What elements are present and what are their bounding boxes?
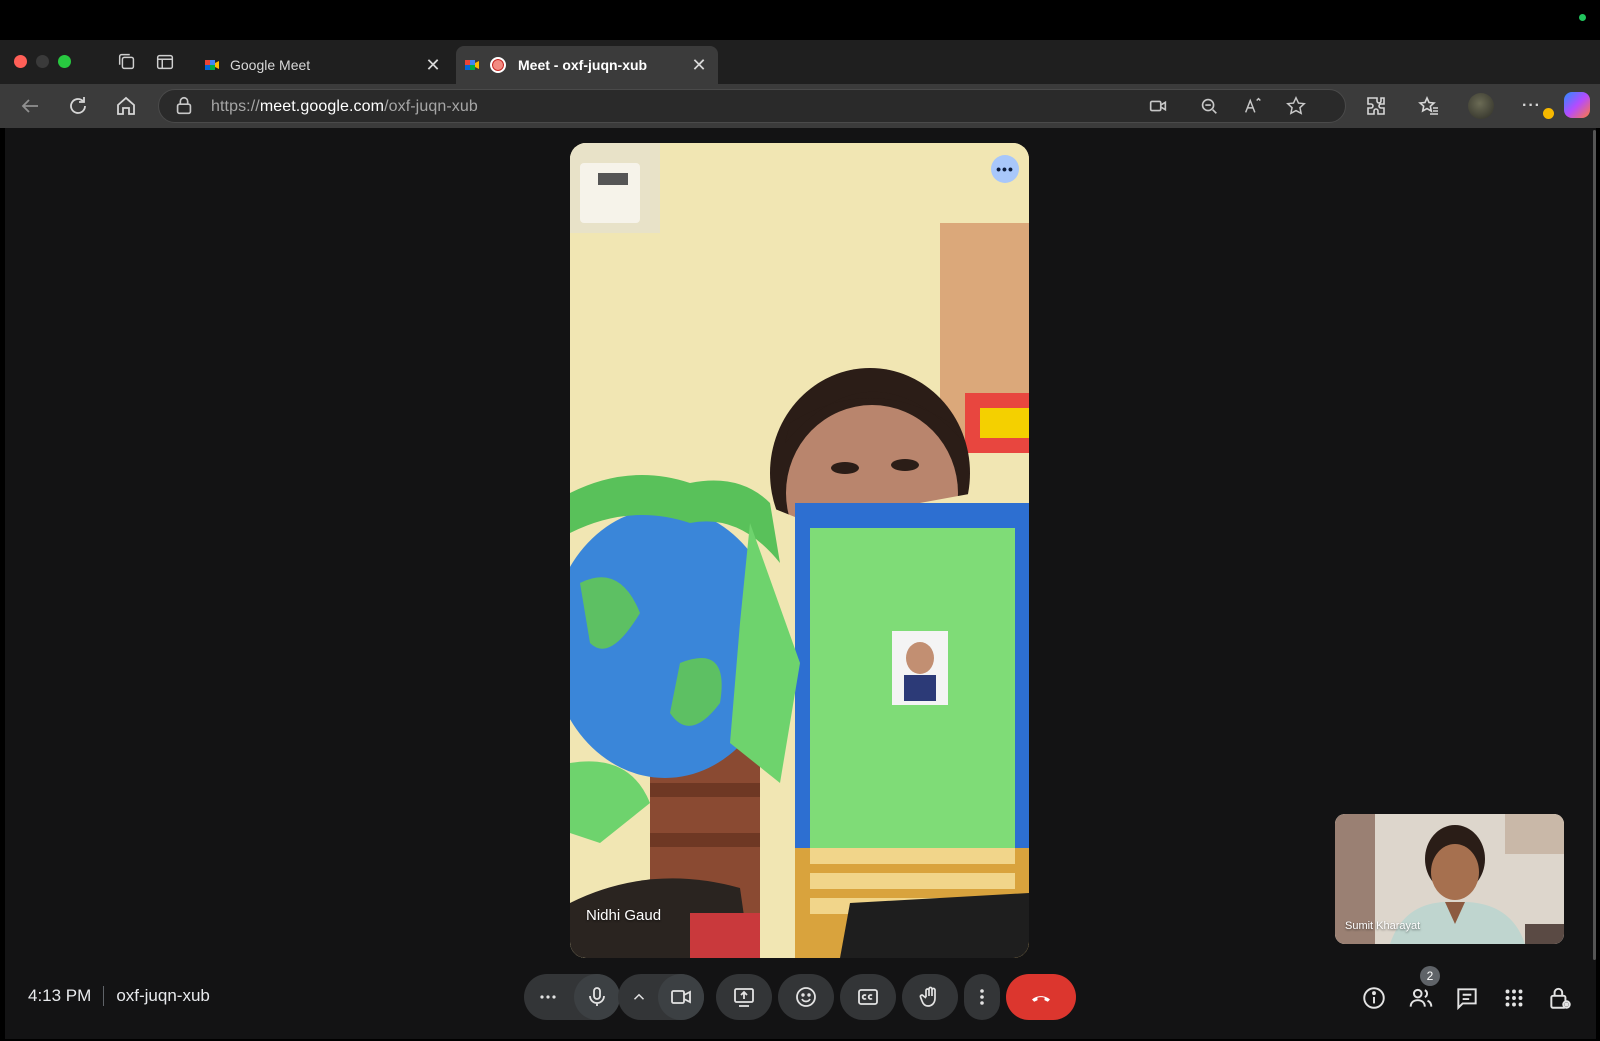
copilot-icon[interactable] xyxy=(1564,92,1590,118)
lock-icon[interactable] xyxy=(173,95,195,117)
home-icon[interactable] xyxy=(114,94,138,118)
tab-close-icon[interactable]: ✕ xyxy=(688,55,710,76)
captions-button[interactable] xyxy=(840,974,896,1020)
more-vert-icon xyxy=(980,989,984,1005)
video-control-group xyxy=(618,974,704,1020)
camera-button[interactable] xyxy=(658,974,704,1020)
emoji-icon xyxy=(796,987,816,1007)
google-meet-favicon-icon xyxy=(465,60,479,70)
extensions-icon[interactable] xyxy=(1364,94,1388,118)
microphone-button[interactable] xyxy=(574,974,620,1020)
alert-badge-icon xyxy=(1543,108,1554,119)
favorite-star-icon[interactable] xyxy=(1285,95,1307,117)
vertical-tabs-icon[interactable] xyxy=(154,51,176,73)
divider xyxy=(103,986,105,1006)
window-minimize-button[interactable] xyxy=(36,55,49,68)
window-maximize-button[interactable] xyxy=(58,55,71,68)
audio-control-group xyxy=(524,974,620,1020)
leave-call-button[interactable] xyxy=(1006,974,1076,1020)
chevron-up-icon[interactable] xyxy=(630,988,648,1006)
window-close-button[interactable] xyxy=(14,55,27,68)
top-menu-bar xyxy=(0,0,1600,40)
meeting-time: 4:13 PM xyxy=(28,986,92,1005)
recording-icon xyxy=(490,57,506,73)
people-count-badge: 2 xyxy=(1420,966,1440,986)
present-screen-icon xyxy=(734,988,754,1007)
tab-title: Meet - oxf-juqn-xub xyxy=(518,57,648,73)
tab-strip: Google Meet ✕ Meet - oxf-juqn-xub ✕ + xyxy=(0,40,1600,114)
reload-icon[interactable] xyxy=(66,94,90,118)
meeting-details: 4:13 PM oxf-juqn-xub xyxy=(28,986,210,1006)
back-icon[interactable] xyxy=(18,94,42,118)
address-bar[interactable]: https://meet.google.com/oxf-juqn-xub xyxy=(158,89,1346,123)
send-reaction-button[interactable] xyxy=(778,974,834,1020)
raise-hand-button[interactable] xyxy=(902,974,958,1020)
tab-close-icon[interactable]: ✕ xyxy=(422,55,444,76)
zoom-out-icon[interactable] xyxy=(1198,95,1220,117)
scrollbar[interactable] xyxy=(1593,130,1596,960)
host-controls-icon[interactable] xyxy=(1547,985,1573,1011)
profile-avatar[interactable] xyxy=(1468,93,1494,119)
self-video-tile[interactable]: Sumit Kharayat xyxy=(1335,814,1564,944)
google-meet-favicon-icon xyxy=(205,60,219,70)
present-screen-button[interactable] xyxy=(716,974,772,1020)
status-dot xyxy=(1579,14,1586,21)
more-audio-options-icon[interactable] xyxy=(536,985,560,1009)
main-video-tile[interactable]: ••• Nidhi Gaud xyxy=(570,143,1029,958)
tab-meet-call[interactable]: Meet - oxf-juqn-xub ✕ xyxy=(456,46,718,84)
read-aloud-icon[interactable] xyxy=(1242,95,1264,117)
favorites-icon[interactable] xyxy=(1417,94,1441,118)
camera-icon xyxy=(671,990,691,1004)
self-participant-name: Sumit Kharayat xyxy=(1345,920,1421,932)
people-icon[interactable] xyxy=(1408,985,1434,1011)
captions-icon xyxy=(858,989,878,1005)
activities-icon[interactable] xyxy=(1501,985,1527,1011)
meeting-info-icon[interactable] xyxy=(1361,985,1387,1011)
microphone-icon xyxy=(589,987,605,1006)
url-text: https://meet.google.com/oxf-juqn-xub xyxy=(211,98,478,115)
camera-in-use-icon[interactable] xyxy=(1147,95,1169,117)
chat-icon[interactable] xyxy=(1454,985,1480,1011)
tab-title: Google Meet xyxy=(230,57,311,73)
raise-hand-icon xyxy=(919,986,936,1007)
tile-more-options-button[interactable]: ••• xyxy=(991,155,1019,183)
main-participant-name: Nidhi Gaud xyxy=(586,907,662,924)
participant-video xyxy=(570,143,1029,958)
more-options-button[interactable] xyxy=(964,974,1000,1020)
settings-and-more-icon[interactable]: ··· xyxy=(1522,93,1554,119)
tab-google-meet[interactable]: Google Meet ✕ xyxy=(196,46,452,84)
end-call-icon xyxy=(1032,996,1050,1002)
workspaces-icon[interactable] xyxy=(116,51,138,73)
meeting-code[interactable]: oxf-juqn-xub xyxy=(116,986,210,1006)
